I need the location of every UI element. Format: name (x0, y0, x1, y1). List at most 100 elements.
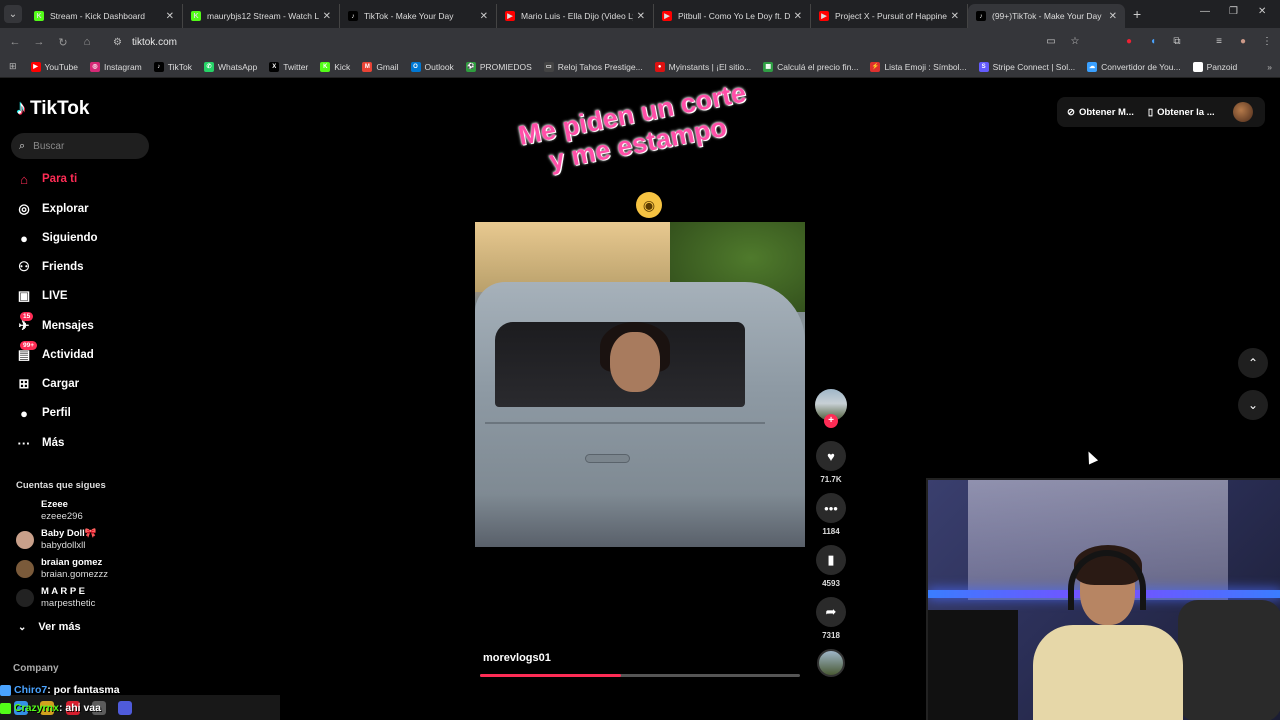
reload-icon[interactable]: ↻ (51, 36, 75, 49)
cast-icon[interactable]: ▭ (1044, 34, 1058, 48)
browser-tab[interactable]: ♪ (99+)TikTok - Make Your Day ✕ (968, 4, 1125, 28)
sidebar-item[interactable]: ⊞ Cargar (16, 376, 80, 392)
action-count: 1184 (822, 527, 840, 536)
sidebar-item-label: Para ti (42, 173, 78, 185)
bookmark-item[interactable]: ⚽ PROMIEDOS (465, 61, 532, 72)
home-page-icon[interactable]: ⌂ (75, 36, 99, 48)
browser-tab[interactable]: ▶ Pitbull - Como Yo Le Doy ft. Don ✕ (654, 4, 811, 28)
bookmark-item[interactable]: ✆ WhatsApp (204, 61, 257, 72)
tab-search-button[interactable]: ⌄ (4, 5, 22, 23)
bookmark-favicon-icon: S (978, 61, 989, 72)
tiktok-logo[interactable]: ♪ TikTok (16, 97, 89, 120)
forward-icon[interactable]: → (27, 36, 51, 48)
tab-close-icon[interactable]: ✕ (323, 11, 331, 22)
video-author[interactable]: morevlogs01 (483, 652, 551, 664)
video-player[interactable] (475, 222, 805, 547)
bookmark-item[interactable]: ♪ TikTok (153, 61, 192, 72)
bookmark-item[interactable]: ☁ Convertidor de You... (1087, 61, 1181, 72)
compass-icon: ◎ (18, 201, 30, 216)
get-app-button[interactable]: ▯ Obtener la ... (1148, 107, 1215, 118)
bookmark-label: Reloj Tahos Prestige... (557, 61, 643, 72)
comment-icon[interactable]: ••• (816, 493, 846, 523)
apps-grid-icon[interactable]: ⊞ (9, 61, 17, 72)
video-progress-bar[interactable] (480, 674, 800, 677)
close-window-button[interactable]: ✕ (1258, 6, 1266, 17)
profile-avatar-icon[interactable]: ● (1236, 34, 1250, 48)
media-control-icon[interactable]: ≡ (1212, 34, 1226, 48)
sidebar-item[interactable]: ··· Más (16, 435, 65, 451)
sidebar-item[interactable]: ⌂ Para ti (16, 171, 77, 187)
creator-avatar-button[interactable]: + (815, 389, 847, 428)
followed-account[interactable]: Baby Doll🎀 babydollxll (16, 528, 97, 552)
browser-tab[interactable]: Kmaurybjs12 Stream - Watch Live ✕ (183, 4, 340, 28)
bookmark-label: Stripe Connect | Sol... (992, 61, 1076, 72)
discord-icon[interactable] (118, 700, 132, 715)
followed-account[interactable]: Ezeee ezeee296 (16, 499, 83, 523)
music-disc-icon[interactable] (817, 649, 845, 677)
extensions-icon[interactable]: ⧉ (1170, 34, 1184, 48)
bookmark-item[interactable]: ◎ Instagram (89, 61, 142, 72)
bookmark-item[interactable]: O Outlook (410, 61, 454, 72)
more-bookmarks-icon[interactable]: » (1267, 62, 1272, 72)
next-video-button[interactable]: ⌄ (1238, 390, 1268, 420)
browser-menu-icon[interactable]: ⋮ (1260, 34, 1274, 48)
chat-message: Crazyrnx: ahi vaa (0, 702, 101, 714)
back-icon[interactable]: ← (3, 36, 27, 48)
company-link[interactable]: Company (13, 663, 59, 674)
extension-audio-icon[interactable]: ◖ (1146, 34, 1160, 48)
site-info-icon[interactable]: ⚙ (113, 37, 122, 48)
bookmark-label: Twitter (283, 61, 309, 72)
tab-close-icon[interactable]: ✕ (637, 11, 645, 22)
follow-plus-icon[interactable]: + (824, 414, 838, 428)
followed-account[interactable]: M A R P Emarpesthetic (16, 586, 95, 610)
bookmark-item[interactable]: ▭ Reloj Tahos Prestige... (543, 61, 643, 72)
messages-icon: ✈ 15 (16, 312, 34, 334)
sidebar-item[interactable]: ◎ Explorar (16, 201, 88, 217)
bookmark-item[interactable]: K Kick (320, 61, 350, 72)
tab-close-icon[interactable]: ✕ (951, 11, 959, 22)
tab-close-icon[interactable]: ✕ (794, 11, 802, 22)
new-tab-button[interactable]: + (1133, 6, 1141, 22)
previous-video-button[interactable]: ⌃ (1238, 348, 1268, 378)
user-avatar[interactable] (1233, 102, 1253, 122)
browser-tab[interactable]: ▶ Mario Luis - Ella Dijo (Video Lyric) ✕ (497, 4, 654, 28)
search-input[interactable]: ⌕ Buscar (11, 133, 149, 159)
sidebar-item[interactable]: ▤ 99+ Actividad (16, 341, 94, 363)
video-action[interactable]: ▮ 4593 (815, 545, 847, 588)
get-coins-button[interactable]: ⊘ Obtener M... (1067, 107, 1134, 118)
video-caption: Me piden un corte y me estampo (511, 77, 758, 182)
sidebar-item[interactable]: ● Siguiendo (16, 230, 98, 246)
browser-tab[interactable]: ▶ Project X - Pursuit of Happiness ✕ (811, 4, 968, 28)
bookmark-item[interactable]: M Gmail (362, 61, 399, 72)
sidebar-item[interactable]: ✈ 15 Mensajes (16, 312, 94, 334)
video-action[interactable]: ➦ 7318 (815, 597, 847, 640)
minimize-button[interactable]: — (1200, 6, 1210, 17)
bookmark-item[interactable]: S Stripe Connect | Sol... (978, 61, 1076, 72)
video-action[interactable]: ••• 1184 (815, 493, 847, 536)
bookmark-item[interactable]: ⚡ Lista Emoji : Símbol... (870, 61, 967, 72)
bookmark-item[interactable]: P Panzoid (1192, 61, 1237, 72)
sidebar-item[interactable]: ▣ LIVE (16, 288, 68, 304)
heart-icon[interactable]: ♥ (816, 441, 846, 471)
tab-close-icon[interactable]: ✕ (166, 11, 174, 22)
tab-close-icon[interactable]: ✕ (1109, 11, 1117, 22)
bookmark-icon[interactable]: ▮ (816, 545, 846, 575)
chevron-down-icon: ⌄ (18, 621, 27, 633)
bookmark-star-icon[interactable]: ☆ (1068, 34, 1082, 48)
extension-red-icon[interactable]: ● (1122, 34, 1136, 48)
maximize-button[interactable]: ❐ (1229, 6, 1238, 17)
address-bar[interactable]: ⚙ tiktok.com (105, 30, 1065, 54)
tab-close-icon[interactable]: ✕ (480, 11, 488, 22)
share-icon[interactable]: ➦ (816, 597, 846, 627)
bookmark-item[interactable]: X Twitter (269, 61, 309, 72)
followed-account[interactable]: braian gomez braian.gomezzz (16, 557, 108, 581)
bookmark-item[interactable]: ● Myinstants | ¡El sitio... (654, 61, 751, 72)
bookmark-item[interactable]: ▶ YouTube (30, 61, 78, 72)
bookmark-item[interactable]: ▦ Calculá el precio fin... (763, 61, 858, 72)
video-action[interactable]: ♥ 71.7K (815, 441, 847, 484)
browser-tab[interactable]: K Stream - Kick Dashboard ✕ (26, 4, 183, 28)
browser-tab[interactable]: ♪ TikTok - Make Your Day ✕ (340, 4, 497, 28)
see-more-button[interactable]: ⌄ Ver más (18, 621, 81, 633)
sidebar-item[interactable]: ⚇ Friends (16, 259, 83, 275)
sidebar-item[interactable]: ● Perfil (16, 405, 71, 421)
